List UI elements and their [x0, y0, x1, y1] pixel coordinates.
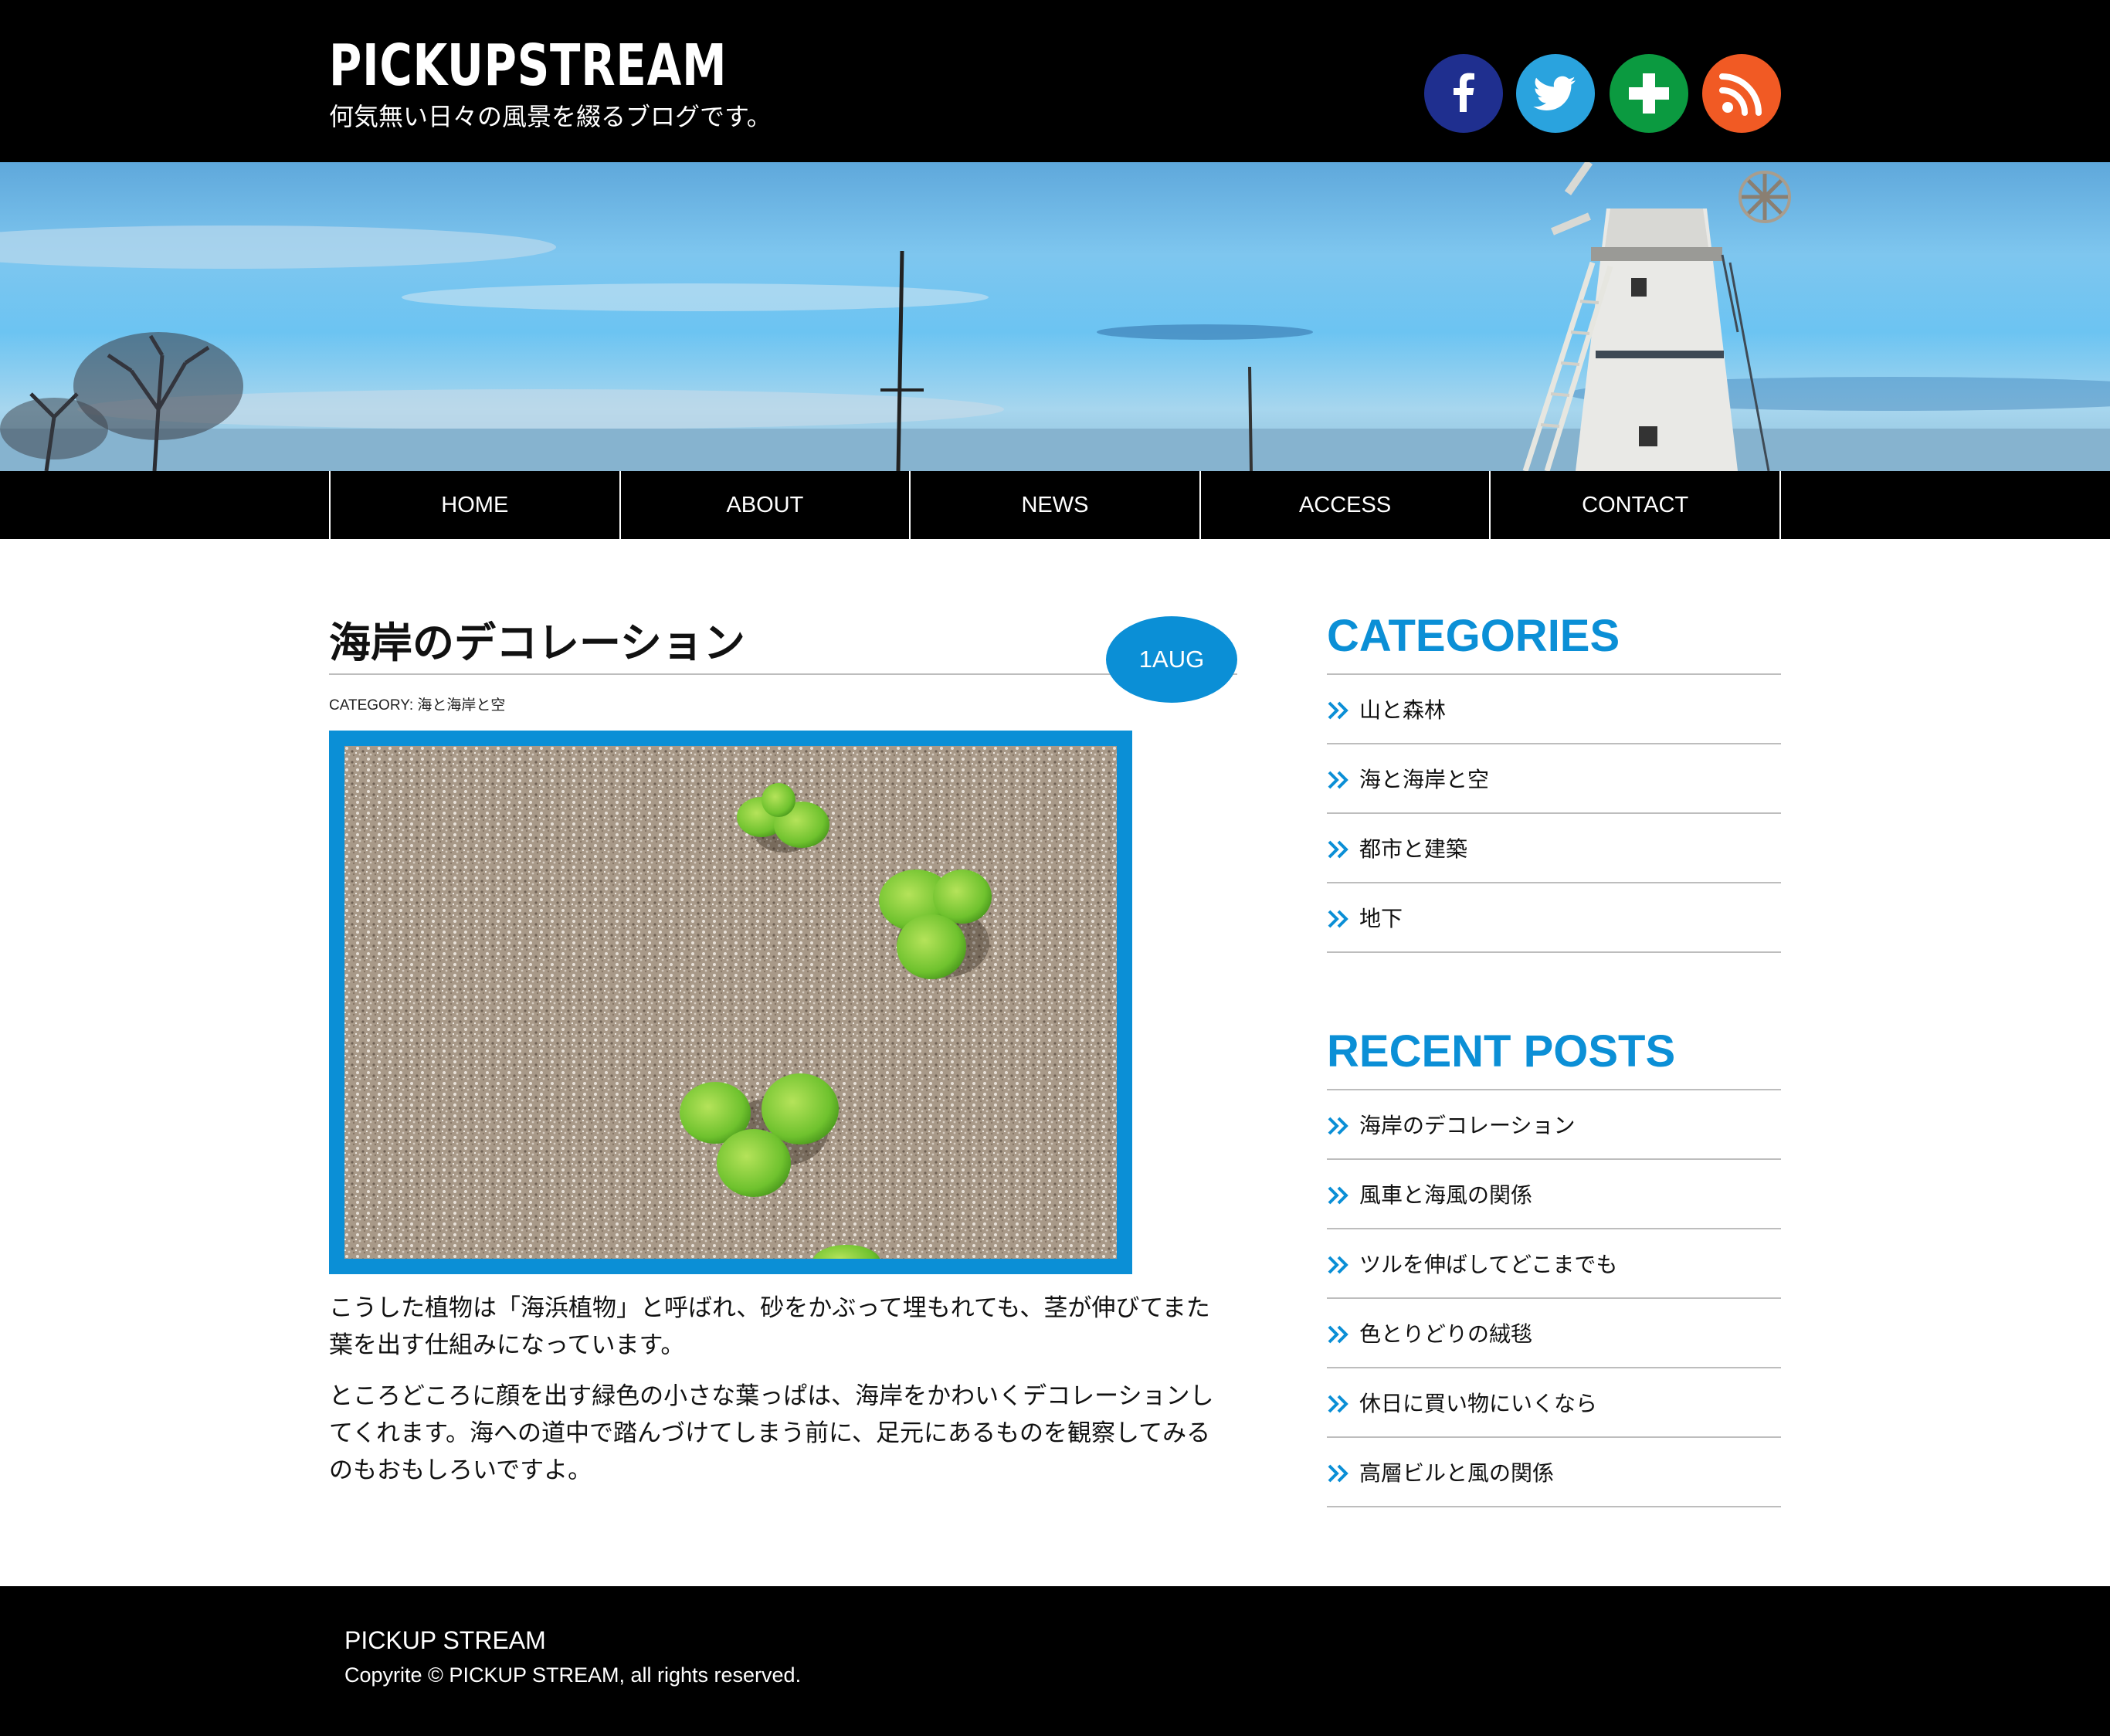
recent-post-item[interactable]: 風車と海風の関係: [1327, 1160, 1781, 1229]
category-label: 地下: [1359, 906, 1403, 931]
recent-post-item[interactable]: 海岸のデコレーション: [1327, 1090, 1781, 1160]
nav-item-access[interactable]: ACCESS: [1201, 471, 1491, 539]
site-footer: PICKUP STREAM Copyrite © PICKUP STREAM, …: [0, 1586, 2110, 1736]
twitter-icon: [1533, 76, 1576, 110]
recent-post-label: 高層ビルと風の関係: [1359, 1460, 1555, 1486]
category-label: 海と海岸と空: [1359, 767, 1490, 792]
category-item[interactable]: 山と森林: [1327, 675, 1781, 744]
double-chevron-right-icon: [1328, 771, 1348, 789]
hero-image: [0, 162, 2110, 471]
post-date-badge: 1AUG: [1106, 616, 1237, 703]
windmill-landscape-illustration: [0, 162, 2110, 471]
recent-post-item[interactable]: 高層ビルと風の関係: [1327, 1438, 1781, 1507]
nav-item-contact[interactable]: CONTACT: [1491, 471, 1781, 539]
recent-post-label: 海岸のデコレーション: [1359, 1113, 1576, 1138]
recent-post-item[interactable]: 色とりどりの絨毯: [1327, 1299, 1781, 1368]
sprouts-on-sand-illustration: [344, 746, 1117, 1259]
twitter-button[interactable]: [1516, 54, 1595, 133]
category-item[interactable]: 都市と建築: [1327, 814, 1781, 883]
category-item[interactable]: 海と海岸と空: [1327, 744, 1781, 814]
site-header: PICKUPSTREAM 何気無い日々の風景を綴るブログです。: [0, 0, 2110, 162]
footer-copyright: Copyrite © PICKUP STREAM, all rights res…: [344, 1663, 802, 1687]
categories-list: 山と森林 海と海岸と空 都市と建築 地下: [1327, 675, 1781, 953]
nav-item-news[interactable]: NEWS: [911, 471, 1201, 539]
facebook-icon: [1454, 73, 1474, 112]
plus-button[interactable]: [1610, 54, 1688, 133]
recent-post-item[interactable]: ツルを伸ばしてどこまでも: [1327, 1229, 1781, 1299]
post-category[interactable]: CATEGORY: 海と海岸と空: [329, 693, 505, 714]
double-chevron-right-icon: [1328, 1325, 1348, 1344]
main-nav-menu: HOME ABOUT NEWS ACCESS CONTACT: [329, 471, 1781, 539]
recent-post-label: 風車と海風の関係: [1359, 1182, 1533, 1208]
category-label: 都市と建築: [1359, 836, 1468, 862]
double-chevron-right-icon: [1328, 1464, 1348, 1483]
rss-icon: [1719, 73, 1762, 116]
double-chevron-right-icon: [1328, 1186, 1348, 1205]
double-chevron-right-icon: [1328, 1395, 1348, 1413]
recent-post-label: 色とりどりの絨毯: [1359, 1321, 1533, 1347]
double-chevron-right-icon: [1328, 910, 1348, 928]
footer-title: PICKUP STREAM: [344, 1626, 546, 1654]
double-chevron-right-icon: [1328, 1256, 1348, 1274]
double-chevron-right-icon: [1328, 701, 1348, 720]
nav-item-home[interactable]: HOME: [331, 471, 621, 539]
double-chevron-right-icon: [1328, 1117, 1348, 1135]
main-nav: HOME ABOUT NEWS ACCESS CONTACT: [0, 471, 2110, 539]
double-chevron-right-icon: [1328, 840, 1348, 859]
recent-post-item[interactable]: 休日に買い物にいくなら: [1327, 1368, 1781, 1438]
recent-post-label: ツルを伸ばしてどこまでも: [1359, 1252, 1618, 1277]
categories-heading: CATEGORIES: [1327, 611, 1620, 661]
category-label: 山と森林: [1359, 697, 1447, 723]
facebook-button[interactable]: [1424, 54, 1503, 133]
post-paragraph: こうした植物は「海浜植物」と呼ばれ、砂をかぶって埋もれても、茎が伸びてまた葉を出…: [329, 1294, 1210, 1359]
post-title-divider: [329, 673, 1237, 675]
category-item[interactable]: 地下: [1327, 883, 1781, 953]
post-image-frame: [329, 731, 1132, 1274]
recent-posts-heading: RECENT POSTS: [1327, 1026, 1676, 1077]
recent-post-label: 休日に買い物にいくなら: [1359, 1391, 1598, 1416]
plus-icon: [1629, 73, 1669, 114]
site-tagline: 何気無い日々の風景を綴るブログです。: [329, 102, 772, 131]
post-paragraph: ところどころに顔を出す緑色の小さな葉っぱは、海岸をかわいくデコレーションしてくれ…: [329, 1382, 1214, 1484]
nav-item-about[interactable]: ABOUT: [621, 471, 911, 539]
recent-posts-list: 海岸のデコレーション 風車と海風の関係 ツルを伸ばしてどこまでも 色とりどりの絨…: [1327, 1090, 1781, 1507]
post-title[interactable]: 海岸のデコレーション: [329, 609, 745, 670]
post-body: こうした植物は「海浜植物」と呼ばれ、砂をかぶって埋もれても、茎が伸びてまた葉を出…: [329, 1290, 1233, 1503]
site-logo[interactable]: PICKUPSTREAM: [329, 32, 727, 99]
post-image: [344, 746, 1117, 1259]
rss-button[interactable]: [1702, 54, 1781, 133]
